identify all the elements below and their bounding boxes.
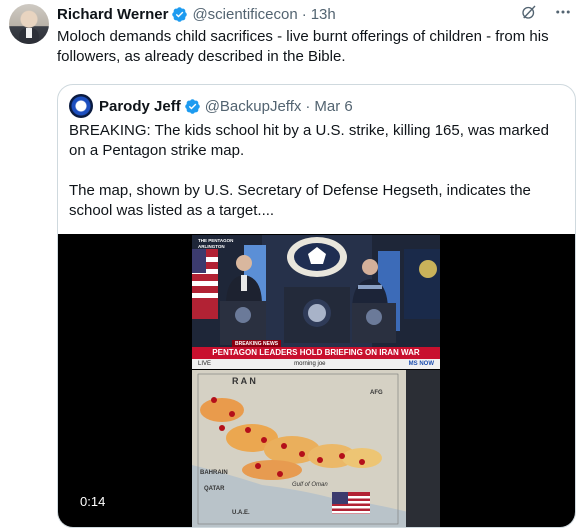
- video-player[interactable]: THE PENTAGON ARLINGTON BREAKING NEWS PEN…: [58, 234, 575, 527]
- avatar-shirt: [26, 28, 32, 38]
- author-avatar[interactable]: [9, 4, 49, 44]
- quote-paragraph-1: BREAKING: The kids school hit by a U.S. …: [69, 122, 549, 159]
- quoted-tweet[interactable]: Parody Jeff @BackupJeffx · Mar 6 BREAKIN…: [57, 84, 576, 528]
- author-handle[interactable]: @scientificecon: [192, 6, 297, 23]
- tweet-actions: [519, 2, 573, 22]
- video-duration: 0:14: [75, 492, 111, 511]
- network-logo: MS NOW: [408, 361, 434, 367]
- video-frame-briefing: THE PENTAGON ARLINGTON BREAKING NEWS PEN…: [192, 235, 440, 369]
- quote-text: BREAKING: The kids school hit by a U.S. …: [69, 121, 569, 241]
- map-label-bahrain: BAHRAIN: [200, 470, 228, 476]
- quote-avatar[interactable]: [69, 94, 93, 118]
- map-label-qatar: QATAR: [204, 486, 225, 492]
- quote-handle[interactable]: @BackupJeffx: [205, 98, 302, 115]
- tweet-header: Richard Werner @scientificecon · 13h: [57, 4, 336, 24]
- separator-dot: ·: [305, 97, 311, 115]
- tweet-time[interactable]: 13h: [311, 6, 336, 23]
- quote-author-name[interactable]: Parody Jeff: [99, 98, 181, 115]
- grok-icon[interactable]: [519, 2, 539, 22]
- separator-dot: ·: [301, 5, 307, 23]
- strike-map: [192, 370, 440, 527]
- video-frame-map: R A N AFG BAHRAIN QATAR U.A.E. Gulf of O…: [192, 370, 440, 527]
- network-corner-tag: THE PENTAGON ARLINGTON: [198, 238, 233, 250]
- map-label-iran: R A N: [232, 376, 256, 386]
- quote-paragraph-2: The map, shown by U.S. Secretary of Defe…: [69, 182, 531, 219]
- ticker-show: morning joe: [294, 361, 326, 367]
- verified-icon: [184, 98, 200, 114]
- tweet[interactable]: Richard Werner @scientificecon · 13h Mol…: [0, 0, 585, 530]
- map-label-gulf: Gulf of Oman: [292, 482, 328, 488]
- quote-header: Parody Jeff @BackupJeffx · Mar 6: [69, 94, 353, 118]
- map-label-uae: U.A.E.: [232, 510, 250, 516]
- news-banner: PENTAGON LEADERS HOLD BRIEFING ON IRAN W…: [192, 347, 440, 359]
- ticker-live: LIVE: [198, 361, 212, 367]
- map-label-afg: AFG: [370, 390, 383, 396]
- us-flag: [192, 249, 218, 319]
- tweet-text: Moloch demands child sacrifices - live b…: [57, 28, 549, 65]
- more-icon[interactable]: [553, 2, 573, 22]
- verified-icon: [172, 6, 188, 22]
- news-ticker: LIVE morning joe MS NOW: [192, 359, 440, 369]
- author-name[interactable]: Richard Werner: [57, 6, 168, 23]
- quote-date[interactable]: Mar 6: [314, 98, 352, 115]
- corner-line-2: ARLINGTON: [198, 244, 225, 249]
